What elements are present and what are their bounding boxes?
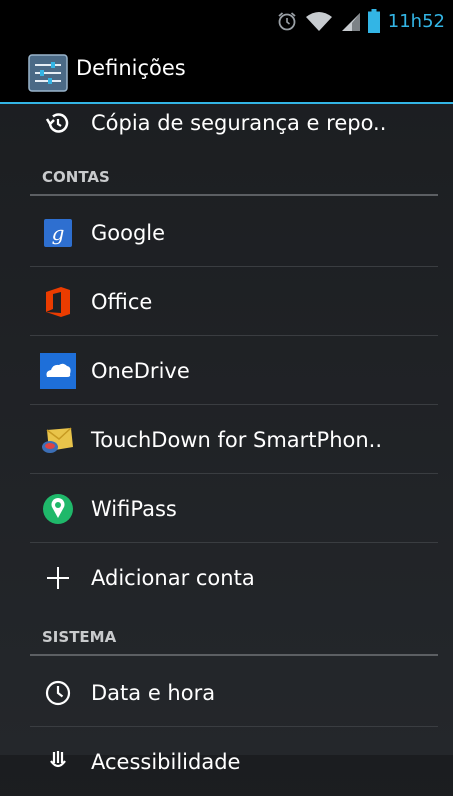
- touchdown-icon: [40, 422, 76, 458]
- status-icons: 11h52: [276, 0, 445, 42]
- add-account-button[interactable]: Adicionar conta: [30, 544, 438, 612]
- account-item-onedrive[interactable]: OneDrive: [30, 337, 438, 405]
- wifipass-icon: [40, 491, 76, 527]
- backup-restore-icon: [40, 105, 76, 141]
- status-time: 11h52: [387, 10, 445, 32]
- system-item-accessibility[interactable]: Acessibilidade: [30, 728, 438, 796]
- office-icon: [40, 284, 76, 320]
- account-label: WifiPass: [91, 496, 177, 521]
- settings-icon[interactable]: [28, 54, 68, 92]
- accessibility-icon: [40, 744, 76, 780]
- page-title: Definições: [76, 56, 186, 80]
- backup-reset-item[interactable]: Cópia de segurança e repo..: [30, 104, 438, 142]
- google-icon: g: [40, 215, 76, 251]
- onedrive-icon: [40, 352, 76, 389]
- system-label: Acessibilidade: [91, 750, 241, 774]
- section-header-accounts: CONTAS: [30, 166, 438, 196]
- section-header-label: CONTAS: [42, 168, 110, 186]
- account-item-touchdown[interactable]: TouchDown for SmartPhon..: [30, 406, 438, 474]
- account-item-google[interactable]: g Google: [30, 199, 438, 267]
- status-bar: 11h52: [0, 0, 453, 42]
- action-bar: Definições: [0, 42, 453, 104]
- signal-icon: [340, 10, 362, 32]
- system-item-date-time[interactable]: Data e hora: [30, 659, 438, 727]
- account-label: TouchDown for SmartPhon..: [91, 427, 383, 452]
- add-account-label: Adicionar conta: [91, 566, 255, 590]
- account-label: Google: [91, 220, 166, 245]
- backup-reset-label: Cópia de segurança e repo..: [91, 111, 387, 135]
- account-label: Office: [91, 289, 153, 314]
- account-item-office[interactable]: Office: [30, 268, 438, 336]
- system-label: Data e hora: [91, 680, 216, 705]
- section-header-system: SISTEMA: [30, 626, 438, 656]
- account-label: OneDrive: [91, 358, 190, 383]
- battery-icon: [367, 9, 380, 33]
- alarm-icon: [276, 10, 298, 32]
- plus-icon: [40, 560, 76, 596]
- account-item-wifipass[interactable]: WifiPass: [30, 475, 438, 543]
- section-header-label: SISTEMA: [42, 628, 117, 646]
- wifi-icon: [304, 10, 334, 32]
- svg-text:g: g: [52, 221, 65, 245]
- clock-icon: [40, 675, 76, 711]
